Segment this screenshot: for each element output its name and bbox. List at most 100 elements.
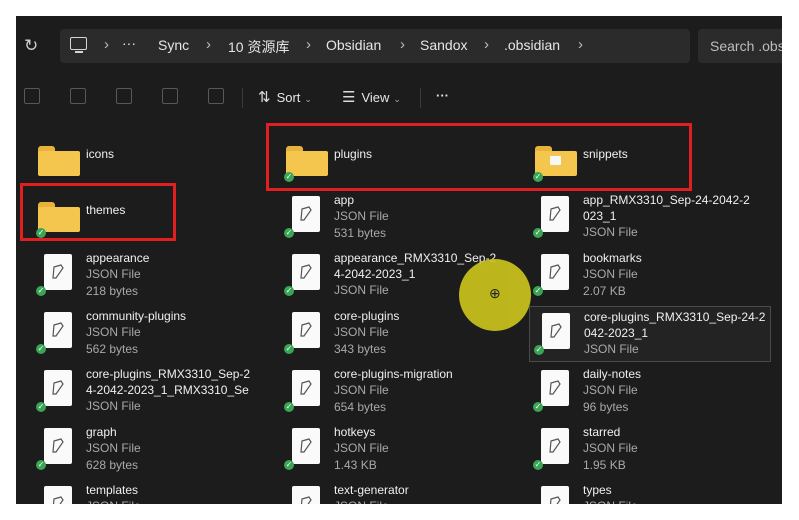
breadcrumb[interactable]: › ··· Sync › 10 资源库 › Obsidian › Sandox … [60,29,690,63]
folder-item[interactable]: icons [16,134,256,188]
view-icon: ☰ [342,89,356,106]
file-item[interactable]: templates JSON File [16,480,256,504]
json-file-icon [292,486,320,504]
sync-status-icon: ✓ [284,344,294,354]
paste-icon[interactable] [116,88,132,104]
item-name: app_RMX3310_Sep-24-2042-2023_1 [583,193,750,223]
delete-icon[interactable] [208,88,224,104]
json-file-icon [541,196,569,232]
command-bar: ⇅ Sort ⌄ ☰ View ⌄ ··· [16,76,782,120]
item-name: core-plugins_RMX3310_Sep-24-2042-2023_1_… [86,367,251,397]
item-type: JSON File [583,441,638,455]
sync-status-icon: ✓ [36,460,46,470]
item-name: graph [86,425,117,439]
json-file-icon [541,370,569,406]
file-item[interactable]: text-generator JSON File [264,480,504,504]
sort-icon: ⇅ [258,89,271,106]
item-name: appearance [86,251,150,265]
breadcrumb-library[interactable]: 10 资源库 [228,37,289,57]
sort-label: Sort [276,90,301,105]
file-item[interactable]: types JSON File [513,480,753,504]
sync-status-icon: ✓ [36,286,46,296]
json-file-icon [44,312,72,348]
item-size: 1.95 KB [583,458,626,472]
view-button[interactable]: ☰ View ⌄ [342,88,401,106]
file-item[interactable]: ✓ bookmarks JSON File 2.07 KB [513,248,753,302]
file-item[interactable]: ✓ core-plugins-migration JSON File 654 b… [264,364,504,418]
item-size: 628 bytes [86,458,139,472]
file-explorer-window: ↻ › ··· Sync › 10 资源库 › Obsidian › Sando… [16,16,782,504]
file-item[interactable]: ✓ app_RMX3310_Sep-24-2042-2023_1 JSON Fi… [513,190,753,244]
file-item-selected[interactable]: ✓ core-plugins_RMX3310_Sep-24-2042-2023_… [529,306,771,362]
search-input[interactable]: Search .obsi [698,29,782,63]
file-item[interactable]: ✓ app JSON File 531 bytes [264,190,504,244]
chevron-down-icon: ⌄ [393,94,401,104]
toolbar-divider [242,88,243,108]
file-item[interactable]: ✓ graph JSON File 628 bytes [16,422,256,476]
sync-status-icon: ✓ [36,402,46,412]
breadcrumb-obsidian[interactable]: Obsidian [326,37,381,53]
item-type: JSON File [86,499,141,504]
chevron-down-icon: ⌄ [304,94,312,104]
rename-icon[interactable] [162,88,178,104]
this-pc-icon[interactable] [70,37,87,53]
sync-status-icon: ✓ [36,344,46,354]
item-name: icons [86,147,115,161]
chevron-right-icon: › [206,36,211,53]
item-type: JSON File [334,283,389,297]
item-name: community-plugins [86,309,187,323]
sync-status-icon: ✓ [533,402,543,412]
file-item[interactable]: ✓ hotkeys JSON File 1.43 KB [264,422,504,476]
item-name: bookmarks [583,251,642,265]
json-file-icon [292,254,320,290]
item-size: 343 bytes [334,342,387,356]
item-name: daily-notes [583,367,642,381]
file-item[interactable]: ✓ appearance JSON File 218 bytes [16,248,256,302]
view-label: View [361,90,390,105]
item-type: JSON File [86,267,141,281]
item-name: starred [583,425,621,439]
item-name: text-generator [334,483,409,497]
item-name: core-plugins-migration [334,367,453,381]
copy-icon[interactable] [70,88,86,104]
item-type: JSON File [334,325,389,339]
json-file-icon [44,428,72,464]
folder-icon [38,146,80,176]
file-item[interactable]: ✓ daily-notes JSON File 96 bytes [513,364,753,418]
item-size: 562 bytes [86,342,139,356]
file-item[interactable]: ✓ core-plugins_RMX3310_Sep-24-2042-2023_… [16,364,256,418]
item-type: JSON File [583,225,638,239]
chevron-right-icon: › [400,36,405,53]
item-type: JSON File [334,441,389,455]
item-name: app [334,193,355,207]
json-file-icon [542,313,570,349]
more-options-button[interactable]: ··· [436,88,449,103]
breadcrumb-more-button[interactable]: ··· [122,35,136,51]
chevron-right-icon: › [484,36,489,53]
json-file-icon [292,370,320,406]
sort-button[interactable]: ⇅ Sort ⌄ [258,88,312,106]
sync-status-icon: ✓ [533,460,543,470]
chevron-right-icon: › [104,36,109,53]
item-size: 218 bytes [86,284,139,298]
json-file-icon [541,254,569,290]
item-name: types [583,483,612,497]
json-file-icon [292,312,320,348]
item-type: JSON File [86,441,141,455]
item-name: hotkeys [334,425,376,439]
breadcrumb-sync[interactable]: Sync [158,37,189,53]
json-file-icon [292,196,320,232]
cursor-highlight: ⊕ [459,259,531,331]
item-size: 2.07 KB [583,284,626,298]
item-type: JSON File [584,342,639,356]
chevron-right-icon[interactable]: › [578,36,583,53]
item-size: 654 bytes [334,400,387,414]
breadcrumb-sandox[interactable]: Sandox [420,37,467,53]
cut-icon[interactable] [24,88,40,104]
file-item[interactable]: ✓ community-plugins JSON File 562 bytes [16,306,256,360]
breadcrumb-dot-obsidian[interactable]: .obsidian [504,37,560,53]
refresh-icon[interactable]: ↻ [24,36,38,56]
highlight-box-plugins-snippets [266,123,692,191]
file-item[interactable]: ✓ starred JSON File 1.95 KB [513,422,753,476]
highlight-box-themes [20,183,176,241]
